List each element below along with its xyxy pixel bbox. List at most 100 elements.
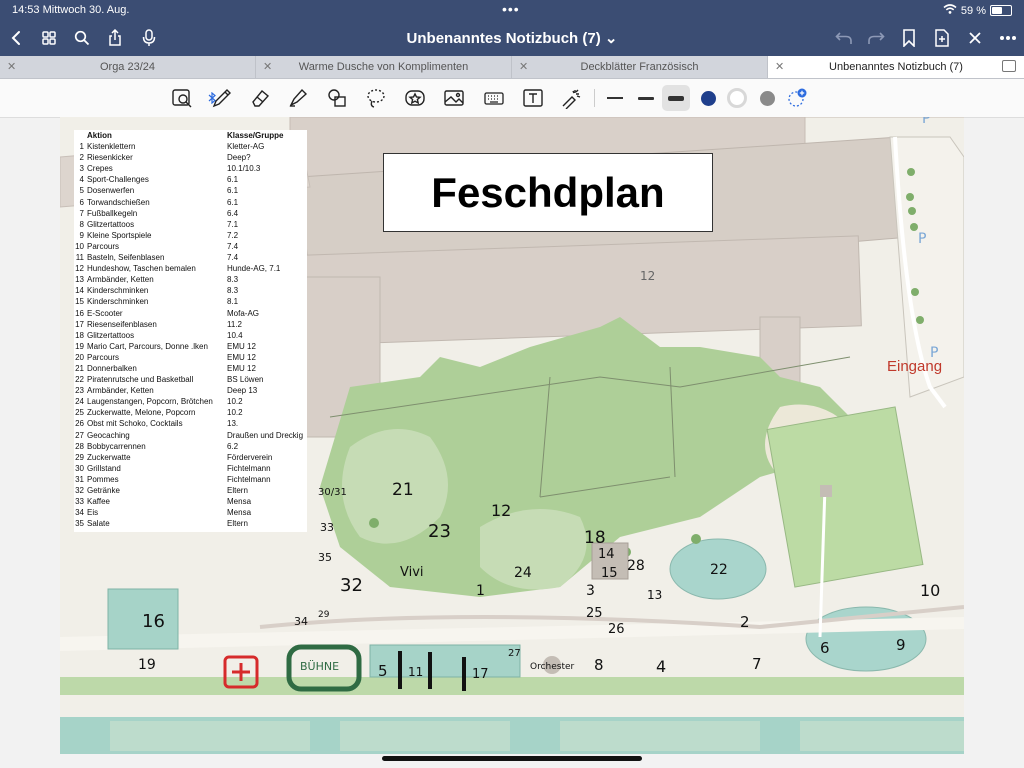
legend-group: 6.1: [227, 175, 239, 185]
tab-close-icon[interactable]: ✕: [263, 60, 272, 73]
highlighter-icon[interactable]: [286, 86, 310, 110]
color-swatch-blue[interactable]: [696, 86, 720, 110]
tab-label: Deckblätter Französisch: [580, 61, 699, 73]
tab-close-icon[interactable]: ✕: [519, 60, 528, 73]
legend-group: Eltern: [227, 519, 248, 529]
station-number: 6: [820, 639, 830, 657]
activity-legend-table: Aktion Klasse/Gruppe 1 Kistenklettern Klet…: [74, 130, 307, 532]
legend-row: 7 Fußballkegeln 6.4: [74, 208, 307, 219]
legend-action: Geocaching: [87, 430, 130, 440]
legend-number: 4: [79, 175, 84, 185]
stickers-icon[interactable]: [403, 86, 427, 110]
color-swatch-gray[interactable]: [755, 86, 779, 110]
split-view-icon[interactable]: [1002, 60, 1016, 72]
tab-warme-dusche[interactable]: ✕ Warme Dusche von Komplimenten: [256, 56, 512, 78]
station-number: 16: [142, 611, 165, 632]
image-icon[interactable]: [442, 86, 466, 110]
shapes-icon[interactable]: [325, 86, 349, 110]
svg-text:P: P: [922, 117, 930, 127]
legend-row: 6 Torwandschießen 6.1: [74, 197, 307, 208]
stroke-thick-icon[interactable]: [662, 85, 690, 111]
legend-number: 14: [75, 286, 84, 296]
multitasking-dots-icon[interactable]: •••: [502, 1, 520, 17]
home-indicator[interactable]: [382, 756, 642, 761]
tab-deckblaetter[interactable]: ✕ Deckblätter Französisch: [512, 56, 768, 78]
legend-action: Dosenwerfen: [87, 186, 135, 196]
legend-row: 24 Laugenstangen, Popcorn, Brötchen 10.2: [74, 396, 307, 407]
entrance-label: Eingang: [887, 358, 943, 375]
legend-number: 15: [75, 297, 84, 307]
legend-row: 28 Bobbycarrennen 6.2: [74, 441, 307, 452]
add-page-icon[interactable]: [930, 26, 954, 50]
station-number: 5: [378, 662, 388, 680]
tab-orga[interactable]: ✕ Orga 23/24: [0, 56, 256, 78]
more-options-icon[interactable]: [996, 26, 1020, 50]
legend-group: Hunde-AG, 7.1: [227, 264, 281, 274]
legend-group: 6.1: [227, 197, 239, 207]
legend-header-group: Klasse/Gruppe: [227, 131, 284, 140]
legend-action: Piratenrutsche und Basketball: [87, 375, 194, 385]
legend-action: E-Scooter: [87, 308, 123, 318]
legend-number: 25: [75, 408, 84, 418]
legend-group: Deep 13: [227, 386, 258, 396]
tab-label: Unbenanntes Notizbuch (7): [829, 61, 963, 73]
undo-icon[interactable]: [832, 26, 856, 50]
legend-action: Laugenstangen, Popcorn, Brötchen: [87, 397, 213, 407]
color-swatch-white[interactable]: [725, 86, 749, 110]
legend-group: 8.3: [227, 286, 239, 296]
legend-number: 9: [79, 230, 84, 240]
eraser-icon[interactable]: [248, 86, 272, 110]
document-tabs: ✕ Orga 23/24 ✕ Warme Dusche von Komplime…: [0, 56, 1024, 79]
legend-group: EMU 12: [227, 363, 256, 373]
lasso-icon[interactable]: [364, 86, 388, 110]
add-color-icon[interactable]: [785, 86, 809, 110]
legend-action: Kleine Sportspiele: [87, 230, 152, 240]
legend-number: 33: [75, 497, 84, 507]
legend-action: Grillstand: [87, 463, 121, 473]
text-box-icon[interactable]: [521, 86, 545, 110]
legend-row: 22 Piratenrutsche und Basketball BS Löwen: [74, 374, 307, 385]
legend-number: 13: [75, 275, 84, 285]
legend-row: 32 Getränke Eltern: [74, 485, 307, 496]
stroke-thin-icon[interactable]: [603, 86, 627, 110]
tab-close-icon[interactable]: ✕: [7, 60, 16, 73]
lasso-zoom-icon[interactable]: [170, 86, 194, 110]
title-chevron-icon[interactable]: ⌄: [605, 30, 618, 47]
close-icon[interactable]: [963, 26, 987, 50]
legend-row: 2 Riesenkicker Deep?: [74, 152, 307, 163]
legend-row: 21 Donnerbalken EMU 12: [74, 363, 307, 374]
notebook-page[interactable]: P P P Aktion Klasse/Gruppe 1 Kistenklette…: [60, 117, 964, 754]
legend-action: Obst mit Schoko, Cocktails: [87, 419, 183, 429]
legend-action: Salate: [87, 519, 110, 529]
bookmark-icon[interactable]: [897, 26, 921, 50]
app-top-bar: Unbenanntes Notizbuch (7) ⌄: [0, 20, 1024, 56]
station-number: 26: [608, 622, 625, 637]
station-number: 8: [594, 656, 604, 674]
legend-row: 30 Grillstand Fichtelmann: [74, 463, 307, 474]
battery-icon: [990, 5, 1012, 16]
redo-icon[interactable]: [864, 26, 888, 50]
legend-row: 29 Zuckerwatte Förderverein: [74, 452, 307, 463]
keyboard-icon[interactable]: [482, 86, 506, 110]
legend-group: Mensa: [227, 508, 252, 518]
pen-icon[interactable]: [210, 86, 234, 110]
tab-close-icon[interactable]: ✕: [775, 60, 784, 73]
legend-number: 8: [79, 219, 84, 229]
legend-action: Mario Cart, Parcours, Donne .lken: [87, 341, 208, 351]
legend-number: 10: [75, 241, 84, 251]
station-number: 10: [920, 581, 941, 600]
laser-pointer-icon[interactable]: [559, 86, 583, 110]
status-time-date: 14:53 Mittwoch 30. Aug.: [12, 4, 130, 16]
legend-group: 10.2: [227, 408, 243, 418]
legend-action: Armbänder, Ketten: [87, 386, 154, 396]
legend-number: 11: [75, 253, 84, 263]
legend-number: 21: [75, 363, 84, 373]
vivi-label: Vivi: [400, 565, 424, 580]
station-number: 18: [584, 528, 606, 548]
legend-action: Crepes: [87, 164, 113, 174]
legend-number: 16: [75, 308, 84, 318]
battery-percent: 59 %: [960, 4, 986, 17]
stroke-medium-icon[interactable]: [634, 86, 658, 110]
tab-unbenanntes-notizbuch[interactable]: ✕ Unbenanntes Notizbuch (7): [768, 56, 1024, 78]
legend-number: 32: [75, 486, 84, 495]
